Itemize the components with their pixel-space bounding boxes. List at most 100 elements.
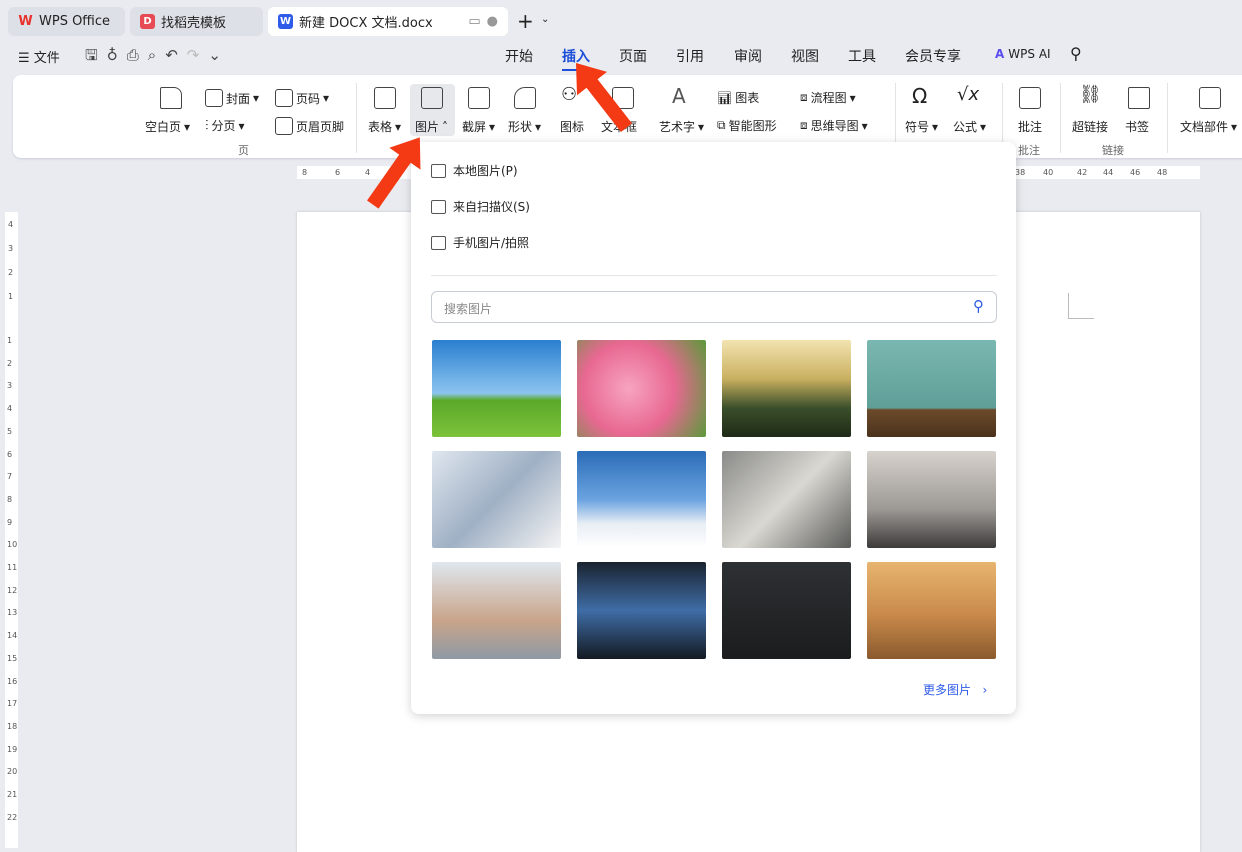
table-icon xyxy=(374,87,396,109)
picture-icon xyxy=(421,87,443,109)
group-label-page: 页 xyxy=(238,144,249,157)
unsaved-dot-icon: ● xyxy=(486,14,498,29)
stock-image-thumbnail[interactable] xyxy=(722,562,851,659)
blank-page-icon xyxy=(160,87,182,109)
hyperlink-icon: ⛓ xyxy=(1079,84,1102,105)
header-footer-button[interactable]: 页眉页脚 xyxy=(275,117,344,135)
wordart-button[interactable]: 艺术字 ▾ xyxy=(659,118,704,135)
stock-image-thumbnail[interactable] xyxy=(722,340,851,437)
vertical-ruler[interactable]: 4 3 2 1 1 2 3 4 5 6 7 8 9 10 11 12 13 14 15 16 17 18 19 20 21 22 xyxy=(5,212,18,848)
symbol-icon: Ω xyxy=(912,84,928,108)
bookmark-icon xyxy=(1128,87,1150,109)
doc-parts-button[interactable]: 文档部件 ▾ xyxy=(1180,118,1237,135)
flowchart-button[interactable]: ⧈ 流程图 ▾ xyxy=(800,89,856,106)
local-picture-icon xyxy=(431,163,446,178)
menu-member[interactable]: 会员专享 xyxy=(905,46,961,66)
phone-picture-item[interactable]: 手机图片/拍照 xyxy=(431,234,529,251)
print-icon[interactable]: ⎙ xyxy=(127,46,148,64)
page-break-button[interactable]: ⫶ 分页 ▾ xyxy=(205,117,245,134)
stock-image-thumbnail[interactable] xyxy=(722,451,851,548)
tab-label: 找稻壳模板 xyxy=(161,16,227,31)
file-menu[interactable]: ☰ 文件 xyxy=(18,47,60,66)
tab-docer[interactable]: D 找稻壳模板 xyxy=(130,7,263,36)
cover-button[interactable]: 封面 ▾ xyxy=(205,89,259,107)
menu-review[interactable]: 审阅 xyxy=(734,46,762,66)
formula-button[interactable]: 公式 ▾ xyxy=(953,118,986,135)
blank-page-button[interactable]: 空白页 ▾ xyxy=(145,118,190,135)
page-break-icon: ⫶ xyxy=(205,117,209,134)
flowchart-icon: ⧈ xyxy=(800,90,808,104)
format-painter-icon[interactable]: ♁ xyxy=(107,46,127,64)
wps-ai-icon: A xyxy=(995,47,1005,61)
smartart-button[interactable]: ⧉ 智能图形 xyxy=(717,117,777,134)
picture-button[interactable]: 图片 ˄ xyxy=(415,118,448,135)
group-label-comment: 批注 xyxy=(1018,144,1040,157)
file-label: 文件 xyxy=(33,51,60,66)
margin-corner-mark xyxy=(1068,293,1094,319)
scanner-item[interactable]: 来自扫描仪(S) xyxy=(431,198,530,215)
stock-image-thumbnail[interactable] xyxy=(432,340,561,437)
more-chevron-icon[interactable]: ⌄ xyxy=(208,46,230,64)
docer-logo-icon: D xyxy=(140,14,155,29)
stock-image-thumbnail[interactable] xyxy=(867,562,996,659)
tab-document[interactable]: W 新建 DOCX 文档.docx ▭ ● xyxy=(268,7,508,36)
tab-list-chevron-icon[interactable]: ⌄ xyxy=(541,14,549,25)
stock-image-thumbnail[interactable] xyxy=(577,340,706,437)
picture-dropdown: 本地图片(P) 来自扫描仪(S) 手机图片/拍照 搜索图片 ⚲ 更多图片 › xyxy=(411,142,1016,714)
page-number-icon xyxy=(275,89,293,107)
symbol-button[interactable]: 符号 ▾ xyxy=(905,118,938,135)
stock-image-thumbnail[interactable] xyxy=(577,562,706,659)
stock-image-thumbnail[interactable] xyxy=(867,340,996,437)
monitor-icon[interactable]: ▭ xyxy=(468,14,480,29)
shape-icon xyxy=(514,87,536,109)
phone-picture-icon xyxy=(431,235,446,250)
wps-ai-button[interactable]: A WPS AI xyxy=(995,47,1051,61)
bookmark-button[interactable]: 书签 xyxy=(1125,118,1149,135)
hyperlink-button[interactable]: 超链接 xyxy=(1072,118,1108,135)
stock-image-thumbnail[interactable] xyxy=(577,451,706,548)
stock-image-thumbnail[interactable] xyxy=(432,451,561,548)
stock-image-thumbnail[interactable] xyxy=(867,451,996,548)
wordart-icon: A xyxy=(672,84,686,108)
tab-label: WPS Office xyxy=(39,14,111,29)
local-picture-item[interactable]: 本地图片(P) xyxy=(431,162,518,179)
menu-view[interactable]: 视图 xyxy=(791,46,819,66)
header-footer-icon xyxy=(275,117,293,135)
chart-icon: 📊︎ xyxy=(717,90,733,105)
word-logo-icon: W xyxy=(278,14,293,29)
mindmap-button[interactable]: ⧈ 思维导图 ▾ xyxy=(800,117,868,134)
icon-button[interactable]: 图标 xyxy=(560,118,584,135)
more-pictures-link[interactable]: 更多图片 › xyxy=(923,681,987,698)
scanner-icon xyxy=(431,199,446,214)
annotation-arrow-picture xyxy=(367,151,413,209)
new-tab-button[interactable]: + xyxy=(517,9,534,33)
menu-page[interactable]: 页面 xyxy=(619,46,647,66)
search-icon[interactable]: ⚲ xyxy=(1070,44,1082,63)
smartart-icon: ⧉ xyxy=(717,118,726,132)
undo-icon[interactable]: ↶ xyxy=(165,46,187,64)
cover-icon xyxy=(205,89,223,107)
menu-tools[interactable]: 工具 xyxy=(848,46,876,66)
menu-start[interactable]: 开始 xyxy=(505,46,533,66)
formula-icon: √x xyxy=(957,84,980,105)
save-icon[interactable]: 🖫 xyxy=(85,46,107,64)
wps-logo-icon: W xyxy=(18,14,33,29)
tab-wps-office[interactable]: W WPS Office xyxy=(8,7,125,36)
search-icon[interactable]: ⚲ xyxy=(973,297,984,315)
screenshot-icon xyxy=(468,87,490,109)
shape-button[interactable]: 形状 ▾ xyxy=(508,118,541,135)
comment-icon xyxy=(1019,87,1041,109)
table-button[interactable]: 表格 ▾ xyxy=(368,118,401,135)
print-preview-icon[interactable]: ⌕ xyxy=(148,46,165,64)
screenshot-button[interactable]: 截屏 ▾ xyxy=(462,118,495,135)
chart-button[interactable]: 📊︎ 图表 xyxy=(717,89,759,106)
stock-image-thumbnail[interactable] xyxy=(432,562,561,659)
page-number-button[interactable]: 页码 ▾ xyxy=(275,89,329,107)
tab-label: 新建 DOCX 文档.docx xyxy=(299,16,433,31)
menu-references[interactable]: 引用 xyxy=(676,46,704,66)
comment-button[interactable]: 批注 xyxy=(1018,118,1042,135)
picture-search-input[interactable]: 搜索图片 ⚲ xyxy=(431,291,997,323)
wps-ai-label: WPS AI xyxy=(1008,47,1051,61)
group-label-link: 链接 xyxy=(1102,144,1124,157)
redo-icon[interactable]: ↷ xyxy=(187,46,209,64)
